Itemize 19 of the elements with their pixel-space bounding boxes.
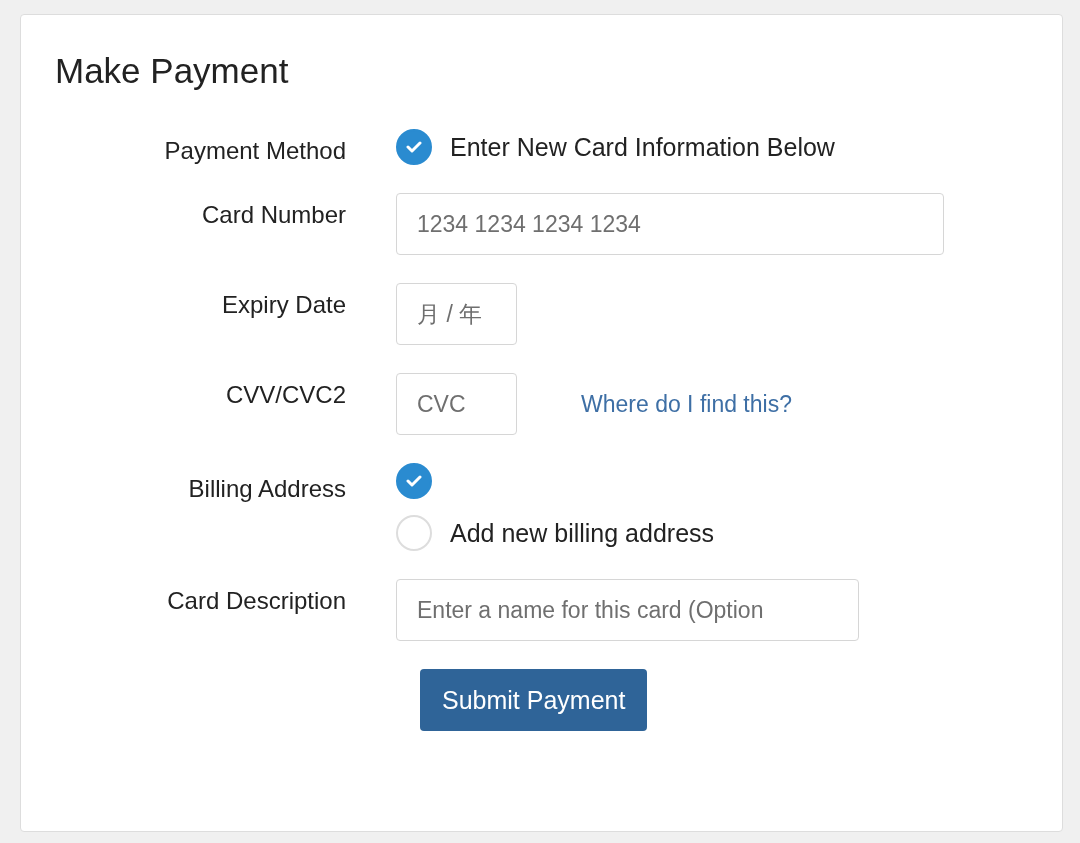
input-field[interactable]: Enter a name for this card (Option [396,579,859,641]
radio-button[interactable] [396,129,432,165]
field-label: Card Description [166,586,346,615]
check-icon [406,475,422,487]
input-field[interactable]: CVC [396,373,517,435]
radio-button[interactable] [396,463,432,499]
field-label: Billing Address [187,474,346,503]
field-label: CVV/CVC2 [224,380,346,409]
submit-button[interactable]: Submit Payment [420,669,648,731]
field-label: Payment Method [163,136,346,165]
field-label: Card Number [200,200,346,229]
input-field[interactable]: 1234 1234 1234 1234 [396,193,944,255]
help-link[interactable]: Where do I find this? [581,390,792,418]
option-label: Enter New Card Information Below [450,132,835,162]
option-label: Add new billing address [450,518,715,548]
input-field[interactable]: 月 / 年 [396,283,517,345]
check-icon [406,141,422,153]
field-label: Expiry Date [220,290,346,319]
form-title: Make Payment [55,51,290,91]
